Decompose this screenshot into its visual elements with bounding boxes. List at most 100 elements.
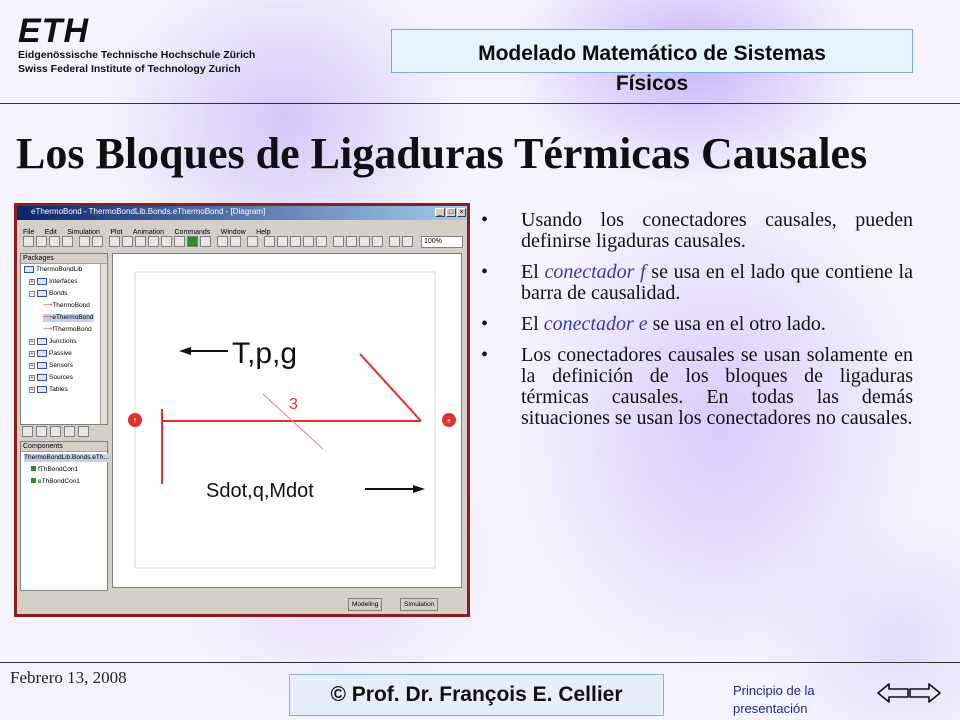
course-title-line1: Modelado Matemático de Sistemas <box>478 42 826 65</box>
check-model-icon[interactable] <box>247 236 258 247</box>
fill-color-icon[interactable] <box>187 236 198 247</box>
check-icon[interactable] <box>79 236 90 247</box>
bullet-text: Usando los conectadores causales, pueden… <box>521 209 913 252</box>
tree-item-label: Tables <box>49 386 68 394</box>
tree-item-label: ThermoBond <box>52 302 90 309</box>
footer-divider <box>0 662 960 663</box>
package-grid-icon[interactable] <box>36 426 47 437</box>
documentation-icon[interactable] <box>359 236 370 247</box>
package-icon <box>37 350 47 357</box>
tree-item[interactable]: - Bonds <box>29 290 67 298</box>
ellipse-tool-icon[interactable] <box>148 236 159 247</box>
footer-date: Febrero 13, 2008 <box>10 668 127 687</box>
package-back-icon[interactable] <box>50 426 61 437</box>
package-forward-icon[interactable] <box>64 426 75 437</box>
dymola-screenshot: eThermoBond - ThermoBondLib.Bonds.eTherm… <box>14 203 470 617</box>
tab-modeling[interactable]: Modeling <box>348 598 383 611</box>
tree-item[interactable]: + Sources <box>29 374 73 382</box>
zoom-select[interactable]: 100% <box>421 236 463 248</box>
save-icon[interactable] <box>36 236 47 247</box>
back-icon[interactable] <box>277 236 288 247</box>
tree-item-selected[interactable]: ⟶eThermoBond <box>43 314 94 322</box>
collapse-icon[interactable]: - <box>29 290 35 297</box>
tree-item[interactable]: + Passive <box>29 350 72 358</box>
expand-icon[interactable]: + <box>29 386 35 393</box>
bullet-text: Los conectadores causales se usan solame… <box>521 344 913 429</box>
eth-logo-line2: Swiss Federal Institute of Technology Zu… <box>18 63 241 75</box>
tree-item[interactable]: ⟶ThermoBond <box>43 302 90 310</box>
component-label: eThBondCon1 <box>38 478 80 485</box>
expand-icon[interactable]: + <box>29 278 35 285</box>
bullet-text: El <box>521 313 544 335</box>
simulate-icon[interactable] <box>92 236 103 247</box>
expand-icon[interactable]: + <box>29 338 35 345</box>
tree-item[interactable]: ThermoBondLib <box>24 266 82 274</box>
tree-item[interactable]: + Junctions <box>29 338 76 346</box>
grid-icon[interactable] <box>217 236 228 247</box>
rect-tool-icon[interactable] <box>135 236 146 247</box>
component-item[interactable]: fThBondCon1 <box>31 466 78 474</box>
prev-arrow-icon[interactable] <box>876 682 910 704</box>
tab-simulation[interactable]: Simulation <box>400 598 439 611</box>
bullet-highlight: conectador e <box>543 313 648 335</box>
diagram-canvas[interactable]: f e T,p,g 3 Sdot,q,Mdot <box>112 253 462 588</box>
arrow-tool-icon[interactable] <box>109 236 120 247</box>
maximize-button[interactable]: □ <box>446 208 456 217</box>
package-icon <box>37 278 47 285</box>
course-title: Modelado Matemático de Sistemas <box>391 38 913 70</box>
icon-view-icon[interactable] <box>333 236 344 247</box>
package-new-icon[interactable] <box>22 426 33 437</box>
packages-header: Packages <box>21 254 107 264</box>
down-icon[interactable] <box>316 236 327 247</box>
tree-item-label: Bonds <box>49 290 68 298</box>
package-icon <box>37 362 47 369</box>
course-title-line2: Físicos <box>615 72 689 95</box>
polygon-tool-icon[interactable] <box>161 236 172 247</box>
bond-number: 3 <box>289 396 298 413</box>
print-icon[interactable] <box>49 236 60 247</box>
line-tool-icon[interactable] <box>122 236 133 247</box>
find-icon[interactable] <box>62 236 73 247</box>
bullet-list: Usando los conectadores causales, pueden… <box>481 210 913 439</box>
bullet-item: El conectador e se usa en el otro lado. <box>481 313 913 336</box>
expand-icon[interactable]: + <box>29 350 35 357</box>
diagram-layer-icon[interactable] <box>346 236 357 247</box>
bond-half-arrow <box>359 353 422 422</box>
component-item[interactable]: eThBondCon1 <box>31 478 80 486</box>
forward-icon[interactable] <box>290 236 301 247</box>
package-icon <box>24 266 34 273</box>
connect-icon[interactable] <box>230 236 241 247</box>
minimize-button[interactable]: _ <box>435 208 445 217</box>
next-arrow-icon[interactable] <box>908 682 942 704</box>
tree-item[interactable]: + Sensors <box>29 362 73 370</box>
bullet-item: Usando los conectadores causales, pueden… <box>481 210 913 252</box>
tree-item[interactable]: ⟶fThermoBond <box>43 326 92 334</box>
tree-item[interactable]: + Interfaces <box>29 278 78 286</box>
text-tool-icon[interactable] <box>174 236 185 247</box>
home-link[interactable]: Principio de la presentación <box>733 682 833 718</box>
line-color-icon[interactable] <box>200 236 211 247</box>
open-icon[interactable] <box>23 236 34 247</box>
slide-title: Los Bloques de Ligaduras Térmicas Causal… <box>16 129 868 178</box>
up-icon[interactable] <box>303 236 314 247</box>
home-link-line2: presentación <box>733 701 808 716</box>
zoom-in-icon[interactable] <box>389 236 400 247</box>
window-titlebar: eThermoBond - ThermoBondLib.Bonds.eTherm… <box>17 206 467 220</box>
diagram-view-icon[interactable] <box>264 236 275 247</box>
expand-icon[interactable]: + <box>29 374 35 381</box>
author-credit: © Prof. Dr. François E. Cellier <box>289 674 664 716</box>
bond-icon: ⟶ <box>43 326 53 333</box>
zoom-out-icon[interactable] <box>402 236 413 247</box>
component-root[interactable]: ThermoBondLib.Bonds.eTh... <box>24 454 109 462</box>
expand-icon[interactable]: + <box>29 362 35 369</box>
tree-item[interactable]: + Tables <box>29 386 68 394</box>
packages-scrollbar[interactable] <box>100 264 107 424</box>
bullet-text: El <box>521 261 545 283</box>
text-layer-icon[interactable] <box>372 236 383 247</box>
close-button[interactable]: × <box>457 208 466 217</box>
package-down-icon[interactable] <box>78 426 89 437</box>
eth-logo-line1: Eidgenössische Technische Hochschule Zür… <box>18 49 256 61</box>
bullet-highlight: conectador f <box>544 261 646 283</box>
flow-label: Sdot,q,Mdot <box>206 480 314 502</box>
tree-item-label: Sources <box>49 374 73 382</box>
